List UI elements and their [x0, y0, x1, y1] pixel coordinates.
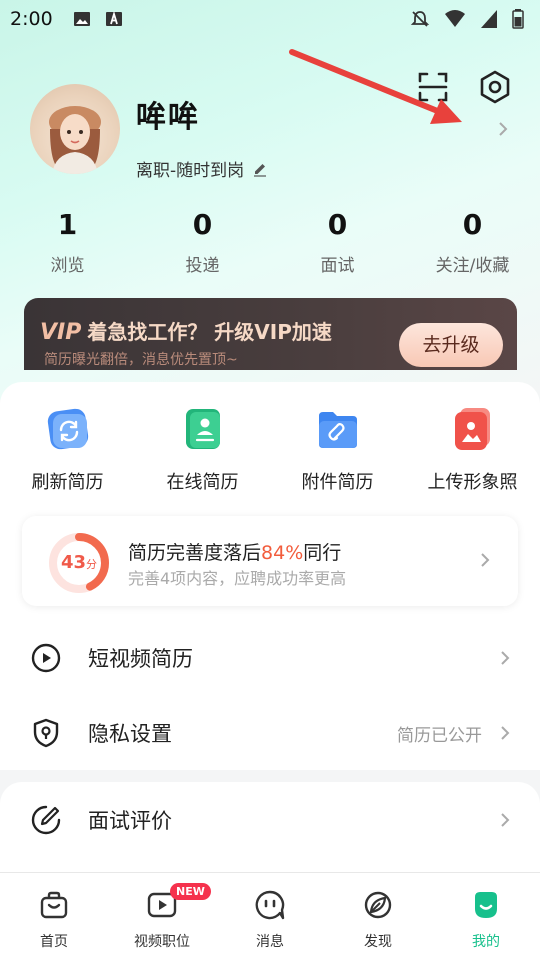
- bottom-tab-bar: 首页 NEW 视频职位 消息 发现 我的: [0, 872, 540, 960]
- tab-label: 首页: [40, 934, 68, 950]
- stat-favorites[interactable]: 0 关注/收藏: [405, 208, 540, 276]
- quick-action-label: 刷新简历: [31, 472, 104, 493]
- text-notification-icon: [105, 11, 122, 26]
- quick-action-label: 上传形象照: [427, 472, 518, 493]
- job-status[interactable]: 离职-随时到岗: [136, 156, 268, 181]
- completeness-score: 43分: [48, 532, 110, 594]
- tab-mine[interactable]: 我的: [432, 873, 540, 960]
- tab-label: 消息: [256, 934, 284, 950]
- profile-section[interactable]: 哞哞 离职-随时到岗: [30, 84, 268, 181]
- vip-title: VIP 着急找工作？ 升级VIP加速: [40, 316, 332, 345]
- vip-title-text: 着急找工作？ 升级VIP加速: [87, 320, 332, 344]
- menu-label: 隐私设置: [88, 722, 172, 746]
- menu-interview-review[interactable]: 面试评价: [0, 790, 540, 850]
- stat-label: 浏览: [50, 256, 85, 276]
- completeness-title-prefix: 简历完善度落后: [128, 542, 262, 564]
- main-card: 刷新简历 在线简历 附件简历 上传形象照 43分 简历完善度落后84%同行 完善…: [0, 382, 540, 770]
- stat-interviews[interactable]: 0 面试: [270, 208, 405, 276]
- compass-leaf-icon: [364, 891, 392, 919]
- attachment-resume-icon: [318, 412, 357, 448]
- stat-value: 0: [462, 208, 483, 241]
- tab-label: 我的: [472, 934, 500, 950]
- chevron-right-icon[interactable]: [496, 120, 510, 138]
- quick-action-upload-photo[interactable]: 上传形象照: [405, 406, 540, 494]
- quick-actions: 刷新简历 在线简历 附件简历 上传形象照: [0, 406, 540, 494]
- quick-action-label: 附件简历: [301, 472, 374, 493]
- online-resume-icon: [185, 409, 220, 449]
- upload-photo-icon: [454, 408, 490, 450]
- review-pen-icon: [31, 805, 61, 835]
- user-name: 哞哞: [136, 100, 200, 135]
- stat-value: 1: [57, 208, 78, 241]
- secondary-card: 面试评价: [0, 782, 540, 872]
- completeness-title-suffix: 同行: [303, 542, 342, 564]
- tab-home[interactable]: 首页: [0, 873, 108, 960]
- battery-icon: [512, 9, 524, 29]
- avatar-illustration: [49, 106, 101, 174]
- play-circle-icon: [31, 643, 61, 673]
- chevron-right-icon: [501, 651, 510, 665]
- chevron-right-icon: [481, 553, 490, 567]
- vip-banner[interactable]: VIP 着急找工作？ 升级VIP加速 简历曝光翻倍，消息优先置顶~ 去升级: [24, 298, 517, 370]
- message-icon: [255, 890, 285, 920]
- stat-views[interactable]: 1 浏览: [0, 208, 135, 276]
- quick-action-refresh-resume[interactable]: 刷新简历: [0, 406, 135, 494]
- score-value: 43: [60, 552, 87, 573]
- tab-label: 发现: [364, 934, 392, 950]
- privacy-status: 简历已公开: [397, 725, 482, 746]
- menu-video-resume[interactable]: 短视频简历: [0, 628, 540, 688]
- menu-label: 面试评价: [88, 809, 172, 833]
- tab-label: 视频职位: [134, 934, 190, 950]
- profile-face-icon: [475, 892, 497, 918]
- quick-action-attachment-resume[interactable]: 附件简历: [270, 406, 405, 494]
- chevron-right-icon: [501, 813, 510, 827]
- new-badge: NEW: [170, 883, 211, 900]
- completeness-subtitle: 完善4项内容，应聘成功率更高: [128, 569, 347, 588]
- vip-subtitle: 简历曝光翻倍，消息优先置顶~: [44, 352, 238, 368]
- vip-word: VIP: [40, 320, 82, 345]
- completeness-title: 简历完善度落后84%同行: [128, 538, 341, 565]
- refresh-resume-icon: [47, 408, 88, 450]
- top-actions: [416, 70, 512, 104]
- completeness-percent: 84%: [261, 542, 304, 564]
- resume-completeness-card[interactable]: 43分 简历完善度落后84%同行 完善4项内容，应聘成功率更高: [22, 516, 518, 606]
- score-unit: 分: [86, 558, 98, 571]
- stat-label: 面试: [320, 256, 355, 276]
- stat-value: 0: [327, 208, 348, 241]
- settings-icon[interactable]: [478, 70, 512, 104]
- wifi-icon: [445, 10, 465, 27]
- notifications-off-icon: [410, 11, 430, 27]
- job-status-text: 离职-随时到岗: [136, 161, 245, 181]
- stat-applications[interactable]: 0 投递: [135, 208, 270, 276]
- name-block: 哞哞 离职-随时到岗: [136, 92, 268, 181]
- stats-row: 1 浏览 0 投递 0 面试 0 关注/收藏: [0, 208, 540, 276]
- status-bar: 2:00: [0, 0, 540, 38]
- avatar[interactable]: [30, 84, 120, 174]
- quick-action-online-resume[interactable]: 在线简历: [135, 406, 270, 494]
- shield-icon: [33, 718, 59, 748]
- stat-value: 0: [192, 208, 213, 241]
- menu-label: 短视频简历: [88, 647, 193, 671]
- stat-label: 关注/收藏: [435, 256, 510, 276]
- status-time: 2:00: [10, 8, 53, 30]
- upgrade-button[interactable]: 去升级: [399, 323, 503, 367]
- briefcase-icon: [40, 891, 68, 919]
- edit-icon[interactable]: [252, 161, 268, 177]
- stat-label: 投递: [185, 256, 220, 276]
- scan-icon[interactable]: [416, 70, 450, 104]
- image-notification-icon: [73, 12, 90, 26]
- tab-discover[interactable]: 发现: [324, 873, 432, 960]
- quick-action-label: 在线简历: [166, 472, 239, 493]
- menu-privacy-settings[interactable]: 隐私设置 简历已公开: [0, 703, 540, 763]
- signal-icon: [481, 10, 497, 28]
- tab-video-jobs[interactable]: NEW 视频职位: [108, 873, 216, 960]
- chevron-right-icon: [501, 726, 510, 740]
- tab-messages[interactable]: 消息: [216, 873, 324, 960]
